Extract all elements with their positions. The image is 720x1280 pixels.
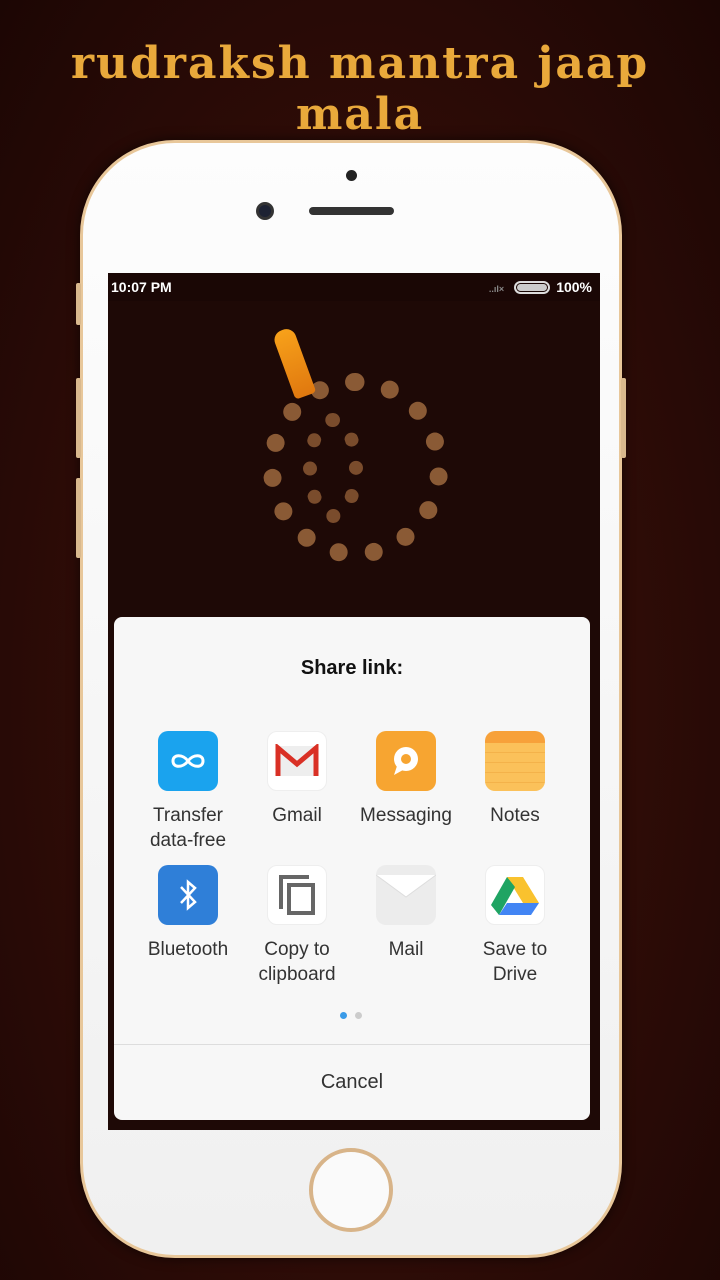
earpiece-speaker — [309, 207, 394, 215]
share-bluetooth[interactable]: Bluetooth — [133, 865, 243, 962]
share-save-drive[interactable]: Save to Drive — [460, 865, 570, 987]
battery-icon — [514, 281, 551, 294]
gmail-icon — [267, 731, 327, 791]
signal-icon: ..ıl× — [488, 284, 505, 294]
app-label: Gmail — [272, 805, 322, 826]
phone-volume-up — [76, 378, 81, 458]
share-copy-clipboard[interactable]: Copy to clipboard — [242, 865, 352, 987]
banner-title: rudraksh mantra jaap mala — [70, 38, 650, 140]
status-bar: 10:07 PM ..ıl× 100% — [108, 273, 600, 301]
app-label: Notes — [490, 805, 540, 826]
notes-icon — [485, 731, 545, 791]
app-label: Copy to clipboard — [258, 939, 336, 985]
share-dialog: Share link: Transfer data-free Gmail Mes… — [114, 617, 590, 1120]
app-label: Transfer data-free — [149, 805, 227, 851]
phone-power-button — [621, 378, 626, 458]
phone-volume-down — [76, 478, 81, 558]
google-drive-icon — [485, 865, 545, 925]
cancel-button[interactable]: Cancel — [114, 1045, 590, 1120]
app-label: Messaging — [360, 805, 452, 826]
phone-screen: 10:07 PM ..ıl× 100% Share link: Transfer … — [108, 273, 600, 1130]
app-label: Mail — [388, 939, 424, 960]
status-time: 10:07 PM — [111, 279, 172, 295]
share-messaging[interactable]: Messaging — [351, 731, 461, 828]
share-mail[interactable]: Mail — [351, 865, 461, 962]
page-indicator — [340, 1012, 362, 1019]
message-bubble-icon — [376, 731, 436, 791]
app-label: Save to Drive — [482, 939, 548, 985]
bluetooth-icon — [158, 865, 218, 925]
share-transfer-data-free[interactable]: Transfer data-free — [133, 731, 243, 853]
infinity-icon — [158, 731, 218, 791]
share-notes[interactable]: Notes — [460, 731, 570, 828]
copy-icon — [267, 865, 327, 925]
app-label: Bluetooth — [147, 939, 229, 960]
envelope-icon — [376, 865, 436, 925]
battery-percent: 100% — [556, 279, 592, 295]
phone-side-button — [76, 283, 81, 325]
front-camera — [256, 202, 274, 220]
home-button[interactable] — [309, 1148, 393, 1232]
share-gmail[interactable]: Gmail — [242, 731, 352, 828]
share-dialog-title: Share link: — [300, 657, 404, 679]
page-dot — [355, 1012, 362, 1019]
proximity-sensor — [346, 170, 357, 181]
page-dot-active — [340, 1012, 347, 1019]
